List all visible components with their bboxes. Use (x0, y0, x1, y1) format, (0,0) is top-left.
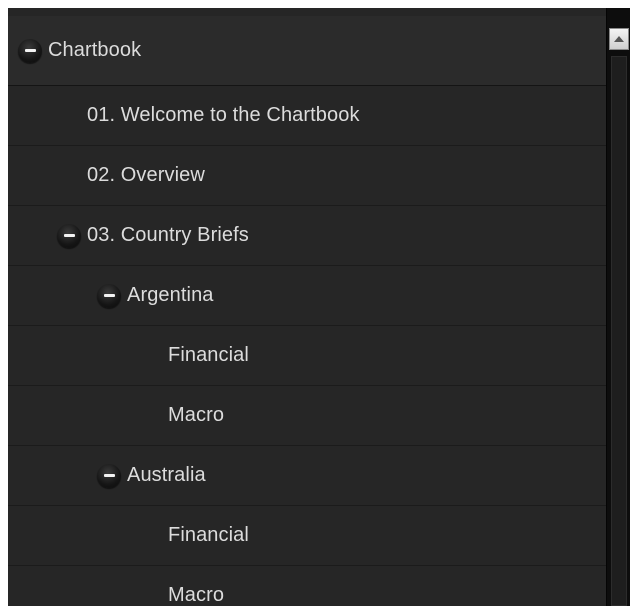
tree-node-label: Chartbook (48, 39, 142, 61)
scroll-up-button[interactable] (609, 28, 629, 50)
tree-node-label: 03. Country Briefs (87, 224, 249, 246)
tree-node-argentina[interactable]: Argentina (8, 266, 606, 326)
tree-node-label: Financial (168, 524, 249, 546)
tree-node-label: Argentina (127, 284, 214, 306)
tree-node-label: 01. Welcome to the Chartbook (87, 104, 360, 126)
tree-node-label: Financial (168, 344, 249, 366)
tree-node-australia-financial[interactable]: Financial (8, 506, 606, 566)
tree-node-label: Macro (168, 584, 225, 606)
scroll-thumb[interactable] (611, 56, 627, 606)
tree-node-argentina-financial[interactable]: Financial (8, 326, 606, 386)
tree-node-country-briefs[interactable]: 03. Country Briefs (8, 206, 606, 266)
tree-node-label: 02. Overview (87, 164, 205, 186)
tree-node-label: Macro (168, 404, 225, 426)
chartbook-navigation-panel: Chartbook 01. Welcome to the Chartbook 0… (8, 8, 630, 606)
tree-node-welcome[interactable]: 01. Welcome to the Chartbook (8, 86, 606, 146)
tree-node-label: Australia (127, 464, 206, 486)
arrow-up-icon (614, 36, 624, 42)
tree-node-australia-macro[interactable]: Macro (8, 566, 606, 606)
chartbook-tree: Chartbook 01. Welcome to the Chartbook 0… (8, 8, 606, 606)
collapse-toggle-icon[interactable] (97, 463, 121, 488)
tree-node-overview[interactable]: 02. Overview (8, 146, 606, 206)
tree-node-chartbook[interactable]: Chartbook (8, 16, 606, 86)
vertical-scrollbar[interactable] (606, 8, 630, 606)
collapse-toggle-icon[interactable] (57, 223, 81, 248)
collapse-toggle-icon[interactable] (97, 283, 121, 308)
collapse-toggle-icon[interactable] (18, 38, 42, 63)
tree-node-australia[interactable]: Australia (8, 446, 606, 506)
tree-node-argentina-macro[interactable]: Macro (8, 386, 606, 446)
